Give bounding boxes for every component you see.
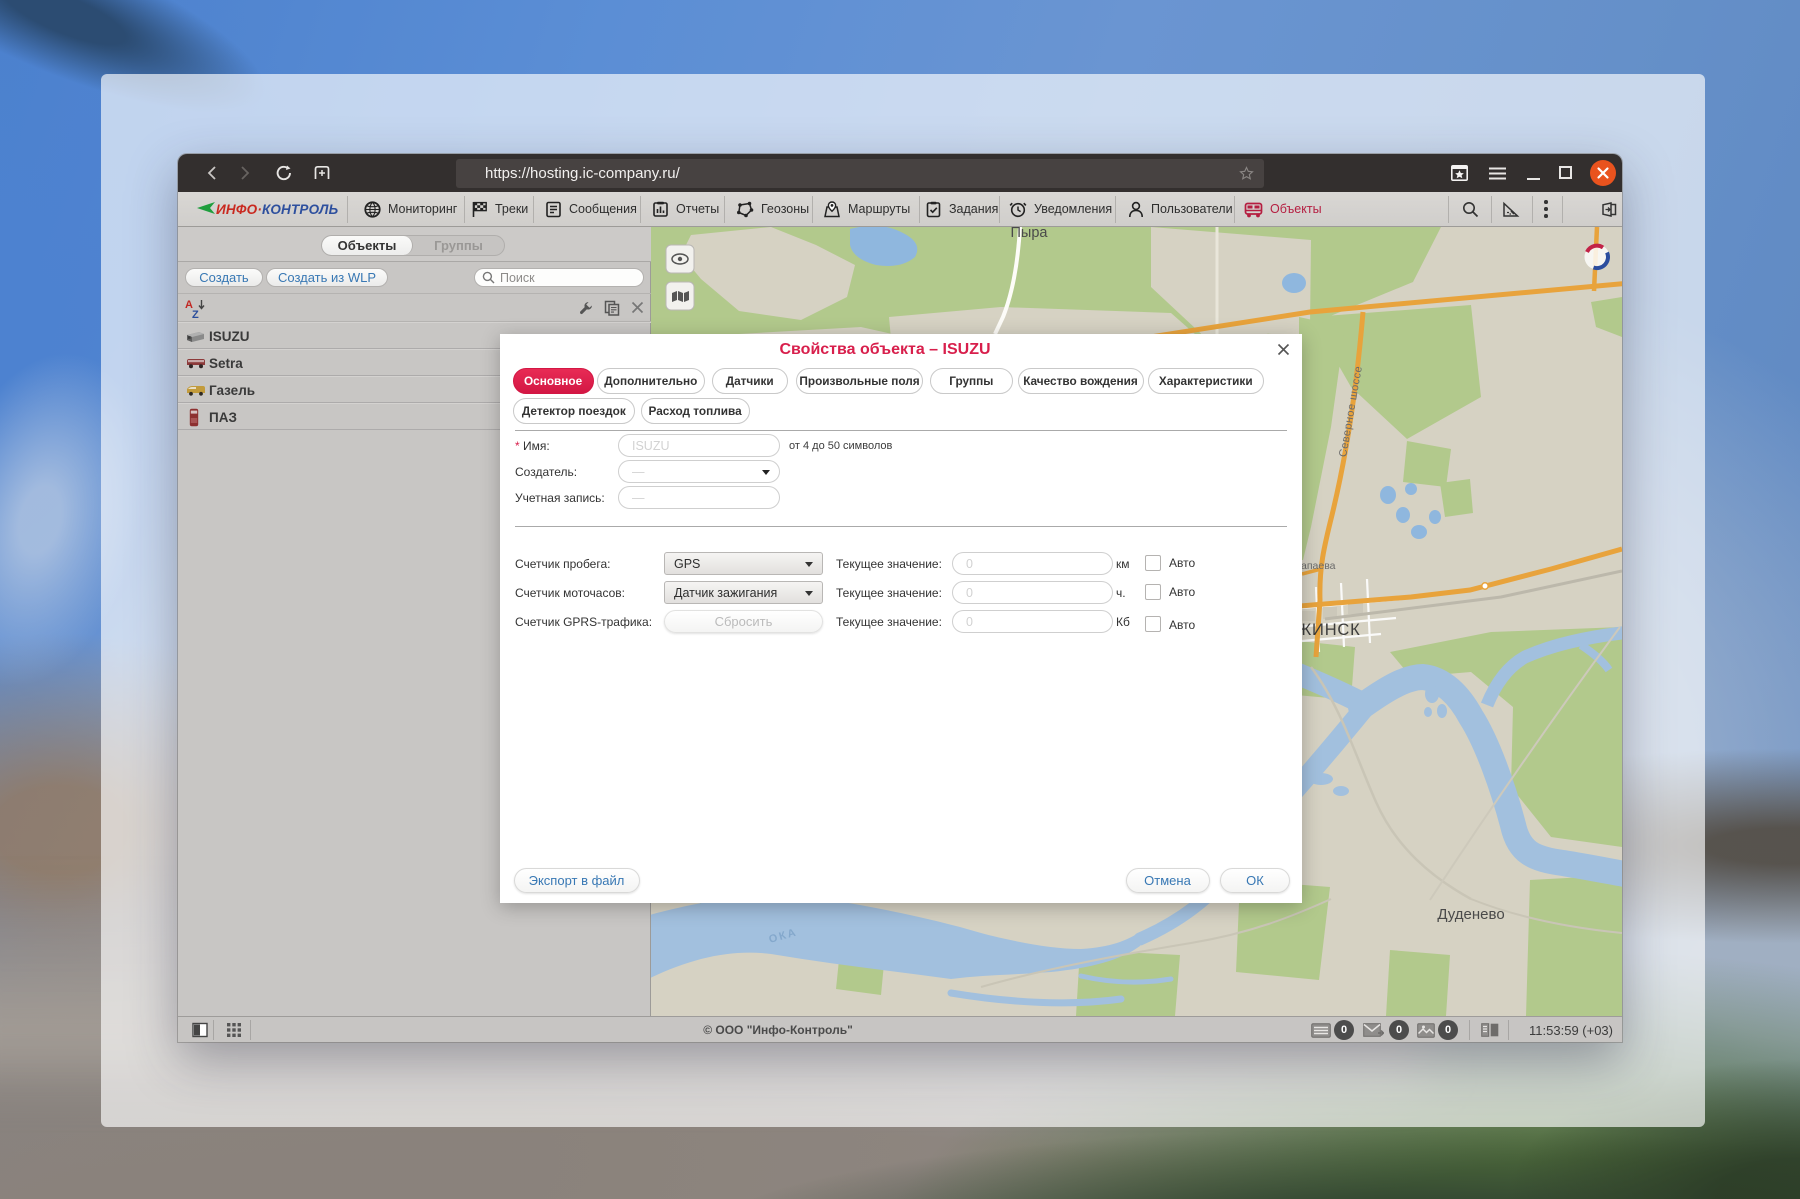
svg-text:Пыра: Пыра [1011, 227, 1049, 241]
svg-text:Дуденево: Дуденево [1437, 906, 1504, 923]
svg-text:ЖИНСК: ЖИНСК [1296, 621, 1361, 639]
svg-text:Z: Z [192, 309, 199, 319]
svg-text:апаева: апаева [1301, 560, 1336, 572]
